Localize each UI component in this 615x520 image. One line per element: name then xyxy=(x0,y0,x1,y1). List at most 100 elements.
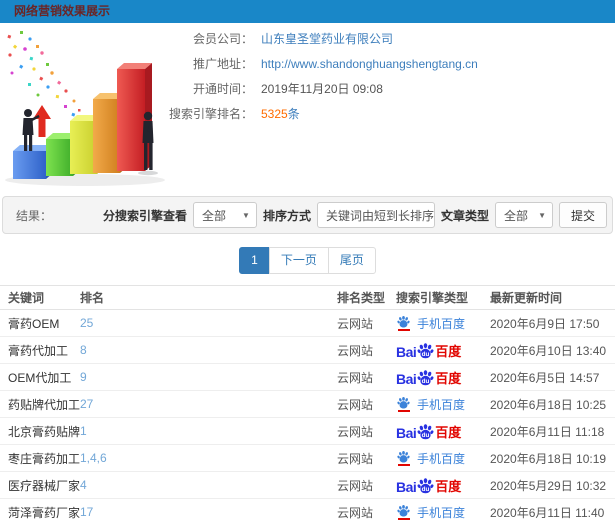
updated-cell: 2020年6月11日 11:18 xyxy=(490,417,615,445)
engine-type-cell: 手机百度 xyxy=(396,444,490,472)
bars xyxy=(13,63,152,179)
col-keyword: 关键词 xyxy=(0,285,80,310)
rank-type-cell: 云网站 xyxy=(337,444,396,472)
pagination: 1 下一页 尾页 xyxy=(0,247,615,274)
mobile-baidu-icon xyxy=(396,396,411,412)
table-row: OEM代加工 9 云网站 Bai du 百度 2020年6月5日 14:57 xyxy=(0,363,615,391)
chevron-down-icon: ▼ xyxy=(538,210,546,220)
rank-link[interactable]: 17 xyxy=(80,505,93,519)
engine-filter-select[interactable]: 全部 ▼ xyxy=(192,202,257,228)
rank-cell: 8 xyxy=(80,336,337,364)
rank-cell: 9 xyxy=(80,363,337,391)
col-updated: 最新更新时间 xyxy=(490,285,615,310)
confetti-dots xyxy=(7,31,82,119)
keyword-cell: 膏药OEM xyxy=(0,309,80,337)
promo-url-label: 推广地址： xyxy=(192,57,253,71)
rank-cell: 1,4,6 xyxy=(80,444,337,472)
mobile-baidu-label: 手机百度 xyxy=(417,397,466,412)
updated-cell: 2020年6月9日 17:50 xyxy=(490,309,615,337)
mobile-baidu-label: 手机百度 xyxy=(417,316,466,331)
baidu-paw-icon: du xyxy=(417,369,434,389)
chevron-down-icon: ▼ xyxy=(242,210,250,220)
rank-link[interactable]: 27 xyxy=(80,397,93,411)
baidu-logo: Bai du 百度 xyxy=(396,369,462,389)
updated-cell: 2020年6月18日 10:19 xyxy=(490,444,615,472)
rank-link[interactable]: 4 xyxy=(80,478,87,492)
table-row: 膏药OEM 25 云网站 手机百度 2020年6月9日 17:50 xyxy=(0,309,615,337)
rank-cell: 27 xyxy=(80,390,337,418)
last-page-button[interactable]: 尾页 xyxy=(327,247,376,274)
promo-url-link[interactable]: http://www.shandonghuangshengtang.cn xyxy=(261,57,478,71)
rank-cell: 4 xyxy=(80,471,337,499)
mobile-baidu-label: 手机百度 xyxy=(417,505,466,520)
up-arrow-icon xyxy=(33,105,51,137)
rank-count-value: 5325 xyxy=(261,107,288,121)
rank-type-cell: 云网站 xyxy=(337,363,396,391)
table-header-row: 关键词 排名 排名类型 搜索引擎类型 最新更新时间 xyxy=(0,285,615,310)
page-header: 网络营销效果展示 xyxy=(0,0,615,23)
rank-count-suffix: 条 xyxy=(287,107,300,121)
keyword-cell: OEM代加工 xyxy=(0,363,80,391)
rank-link[interactable]: 1,4,6 xyxy=(80,451,107,465)
rank-cell: 1 xyxy=(80,417,337,445)
open-time-row: 开通时间： 2019年11月20日 09:08 xyxy=(165,76,615,101)
engine-type-cell: 手机百度 xyxy=(396,498,490,520)
rank-cell: 25 xyxy=(80,309,337,337)
updated-cell: 2020年5月29日 10:32 xyxy=(490,471,615,499)
col-rank-type: 排名类型 xyxy=(337,285,396,310)
filter-bar: 结果： 分搜索引擎查看 全部 ▼ 排序方式 关键词由短到长排序 ▼ 文章类型 全… xyxy=(2,196,613,234)
baidu-paw-icon: du xyxy=(417,477,434,497)
engine-type-cell: Bai du 百度 xyxy=(396,363,490,391)
submit-button[interactable]: 提交 xyxy=(559,202,607,228)
member-company-label: 会员公司： xyxy=(192,32,253,46)
engine-type-cell: Bai du 百度 xyxy=(396,471,490,499)
sort-filter-label: 排序方式 xyxy=(262,208,311,223)
baidu-paw-icon: du xyxy=(417,423,434,443)
svg-text:du: du xyxy=(422,378,430,385)
rank-link[interactable]: 25 xyxy=(80,316,93,330)
mobile-baidu-label: 手机百度 xyxy=(417,451,466,466)
article-type-label: 文章类型 xyxy=(440,208,489,223)
engine-type-cell: Bai du 百度 xyxy=(396,336,490,364)
member-company-link[interactable]: 山东皇圣堂药业有限公司 xyxy=(261,30,393,47)
table-row: 药贴牌代加工 27 云网站 手机百度 2020年6月18日 10:25 xyxy=(0,390,615,418)
table-row: 菏泽膏药厂家 17 云网站 手机百度 2020年6月11日 11:40 xyxy=(0,498,615,520)
keyword-cell: 药贴牌代加工 xyxy=(0,390,80,418)
rank-link[interactable]: 1 xyxy=(80,424,87,438)
promo-url-row: 推广地址： http://www.shandonghuangshengtang.… xyxy=(165,51,615,76)
svg-text:du: du xyxy=(422,432,430,439)
keyword-cell: 医疗器械厂家 xyxy=(0,471,80,499)
next-page-button[interactable]: 下一页 xyxy=(268,247,329,274)
baidu-logo: Bai du 百度 xyxy=(396,477,462,497)
page-1-button[interactable]: 1 xyxy=(239,247,270,274)
article-type-select[interactable]: 全部 ▼ xyxy=(495,202,553,228)
mobile-baidu-icon xyxy=(396,315,411,331)
baidu-paw-icon: du xyxy=(417,342,434,362)
table-row: 北京膏药贴牌 1 云网站 Bai du 百度 2020年6月11日 11:18 xyxy=(0,417,615,445)
engine-type-cell: 手机百度 xyxy=(396,390,490,418)
engine-type-cell: Bai du 百度 xyxy=(396,417,490,445)
rank-link[interactable]: 8 xyxy=(80,343,87,357)
rank-link[interactable]: 9 xyxy=(80,370,87,384)
rank-cell: 17 xyxy=(80,498,337,520)
svg-text:du: du xyxy=(422,351,430,358)
updated-cell: 2020年6月10日 13:40 xyxy=(490,336,615,364)
table-row: 枣庄膏药加工 1,4,6 云网站 手机百度 2020年6月18日 10:19 xyxy=(0,444,615,472)
col-engine-type: 搜索引擎类型 xyxy=(396,285,490,310)
rank-count-label: 搜索引擎排名： xyxy=(168,107,253,121)
rank-type-cell: 云网站 xyxy=(337,390,396,418)
keyword-cell: 北京膏药贴牌 xyxy=(0,417,80,445)
member-company-row: 会员公司： 山东皇圣堂药业有限公司 xyxy=(165,26,615,51)
rank-type-cell: 云网站 xyxy=(337,498,396,520)
mobile-baidu-icon xyxy=(396,450,411,466)
mobile-baidu-icon xyxy=(396,504,411,520)
engine-type-cell: 手机百度 xyxy=(396,309,490,337)
rank-type-cell: 云网站 xyxy=(337,471,396,499)
rank-type-cell: 云网站 xyxy=(337,417,396,445)
page-title: 网络营销效果展示 xyxy=(14,4,111,18)
baidu-logo: Bai du 百度 xyxy=(396,342,462,362)
member-info: 会员公司： 山东皇圣堂药业有限公司 推广地址： http://www.shand… xyxy=(165,23,615,126)
open-time-value: 2019年11月20日 09:08 xyxy=(261,82,383,96)
summary-section: 会员公司： 山东皇圣堂药业有限公司 推广地址： http://www.shand… xyxy=(0,23,615,196)
sort-filter-select[interactable]: 关键词由短到长排序 ▼ xyxy=(316,202,448,228)
